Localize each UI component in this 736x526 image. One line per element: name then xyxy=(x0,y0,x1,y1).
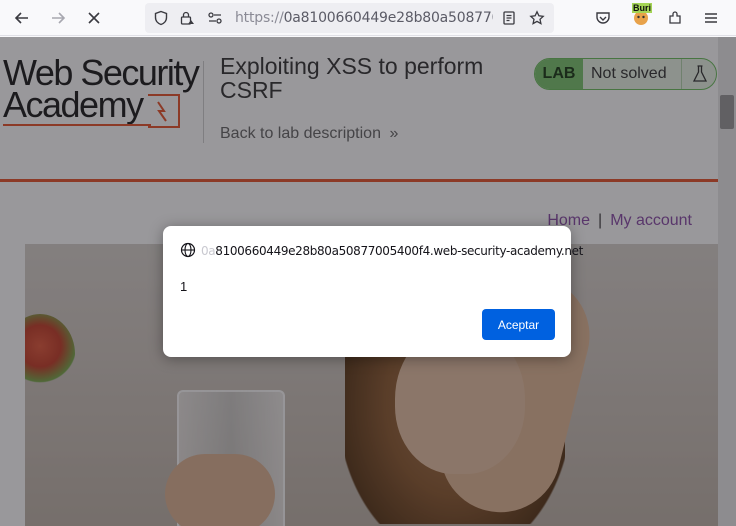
url-text[interactable]: https://0a8100660449e28b80a50877005 xyxy=(235,10,493,26)
url-bar[interactable]: https://0a8100660449e28b80a50877005 xyxy=(145,3,554,33)
pocket-icon[interactable] xyxy=(591,6,615,30)
origin-host: 8100660449e28b80a50877005400f4.web-secur… xyxy=(215,244,584,258)
alert-dialog: 0a8100660449e28b80a50877005400f4.web-sec… xyxy=(163,226,583,357)
stop-loading-icon[interactable] xyxy=(82,6,106,30)
accept-button[interactable]: Aceptar xyxy=(482,309,555,340)
back-arrow-icon[interactable] xyxy=(10,6,34,30)
star-icon[interactable] xyxy=(525,6,549,30)
menu-icon[interactable] xyxy=(699,6,723,30)
dialog-message: 1 xyxy=(180,279,188,294)
lock-warning-icon[interactable] xyxy=(175,6,199,30)
reader-view-icon[interactable] xyxy=(497,6,521,30)
permissions-icon[interactable] xyxy=(203,6,227,30)
forward-arrow-icon[interactable] xyxy=(46,6,70,30)
url-host: 0a8100660449e28b80a50877005 xyxy=(283,10,493,26)
origin-faded-prefix: 0a xyxy=(201,244,216,258)
extensions-icon[interactable] xyxy=(663,6,687,30)
dialog-origin: 0a8100660449e28b80a50877005400f4.web-sec… xyxy=(201,244,583,258)
url-scheme: https:// xyxy=(235,10,284,26)
shield-icon[interactable] xyxy=(149,6,173,30)
browser-toolbar: https://0a8100660449e28b80a50877005 Buri xyxy=(0,0,736,36)
extension-badge: Buri xyxy=(632,3,652,13)
globe-icon xyxy=(180,242,196,258)
